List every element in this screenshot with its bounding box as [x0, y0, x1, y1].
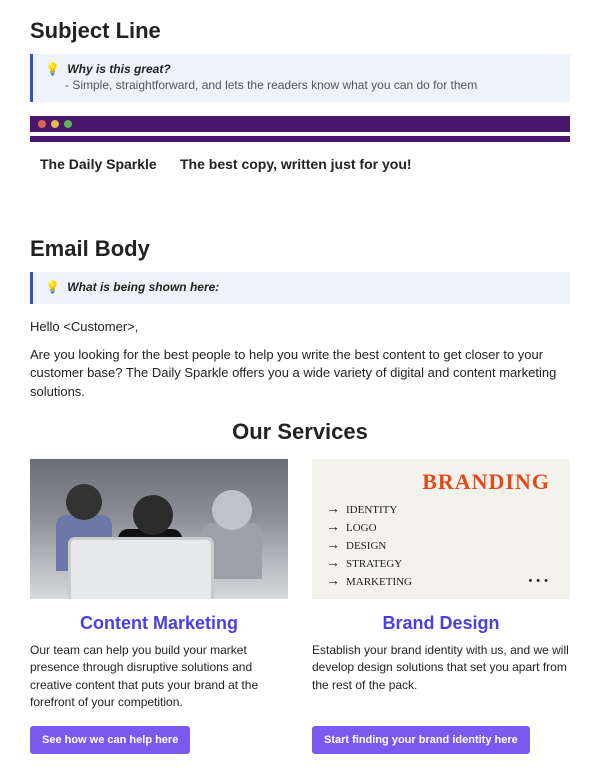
service-description: Establish your brand identity with us, a…: [312, 642, 570, 714]
services-cards: Content Marketing Our team can help you …: [30, 459, 570, 754]
arrow-icon: →: [326, 575, 340, 589]
arrow-icon: →: [326, 521, 340, 535]
service-image-content-marketing: [30, 459, 288, 599]
brand-item: STRATEGY: [346, 558, 402, 570]
arrow-icon: →: [326, 557, 340, 571]
email-client-preview: The Daily Sparkle The best copy, written…: [30, 116, 570, 218]
sender-name: The Daily Sparkle: [40, 156, 180, 172]
subject-line-heading: Subject Line: [30, 18, 570, 44]
inbox-row: The Daily Sparkle The best copy, written…: [30, 142, 570, 218]
lightbulb-icon: 💡: [45, 62, 60, 76]
brand-item: LOGO: [346, 522, 377, 534]
brand-item: IDENTITY: [346, 504, 397, 516]
service-title: Brand Design: [312, 613, 570, 634]
maximize-icon: [64, 120, 72, 128]
callout-subtext: - Simple, straightforward, and lets the …: [45, 78, 558, 92]
service-card-content-marketing: Content Marketing Our team can help you …: [30, 459, 288, 754]
close-icon: [38, 120, 46, 128]
brand-item: DESIGN: [346, 540, 386, 552]
callout-title: Why is this great?: [67, 62, 170, 76]
service-image-brand-design: BRANDING → IDENTITY → LOGO → DESIGN → STRATE…: [312, 459, 570, 599]
email-body-callout: 💡 What is being shown here:: [30, 272, 570, 304]
services-heading: Our Services: [30, 419, 570, 445]
brand-item: MARKETING: [346, 576, 412, 588]
lightbulb-icon: 💡: [45, 280, 60, 294]
arrow-icon: →: [326, 539, 340, 553]
ellipsis-icon: •••: [528, 575, 552, 587]
email-greeting: Hello <Customer>,: [30, 318, 570, 336]
service-description: Our team can help you build your market …: [30, 642, 288, 714]
email-subject: The best copy, written just for you!: [180, 156, 560, 172]
service-card-brand-design: BRANDING → IDENTITY → LOGO → DESIGN → STRATE…: [312, 459, 570, 754]
email-intro: Are you looking for the best people to h…: [30, 346, 570, 401]
service-title: Content Marketing: [30, 613, 288, 634]
minimize-icon: [51, 120, 59, 128]
arrow-icon: →: [326, 503, 340, 517]
branding-headline: BRANDING: [422, 469, 550, 495]
window-controls: [30, 116, 570, 132]
callout-title: What is being shown here:: [67, 280, 219, 294]
subject-line-callout: 💡 Why is this great? - Simple, straightf…: [30, 54, 570, 102]
email-body-heading: Email Body: [30, 236, 570, 262]
